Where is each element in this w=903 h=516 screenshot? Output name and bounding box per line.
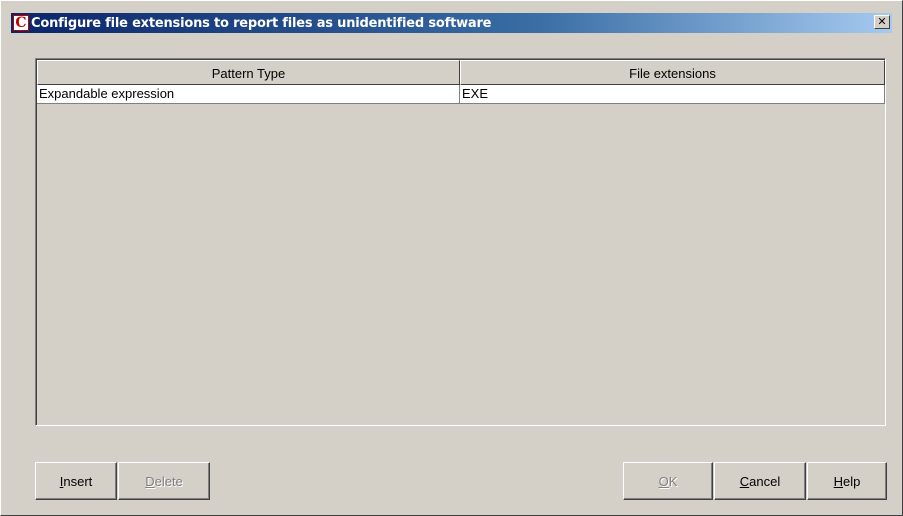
delete-mnemonic: D <box>145 473 155 489</box>
column-header-file-extensions[interactable]: File extensions <box>460 60 885 85</box>
window-title: Configure file extensions to report file… <box>31 15 492 31</box>
table-row[interactable]: Expandable expression EXE <box>37 85 885 104</box>
delete-label: elete <box>154 473 183 489</box>
extensions-table[interactable]: Pattern Type File extensions Expandable … <box>35 58 886 426</box>
ok-label: K <box>668 473 678 489</box>
cancel-label: ancel <box>749 473 781 489</box>
cell-pattern-type[interactable]: Expandable expression <box>37 85 460 104</box>
help-mnemonic: H <box>833 473 844 489</box>
cancel-button[interactable]: Cancel <box>714 462 806 500</box>
table-header: Pattern Type File extensions <box>37 60 885 85</box>
delete-button[interactable]: Delete <box>118 462 210 500</box>
dialog-window: C Configure file extensions to report fi… <box>0 0 903 516</box>
ok-button[interactable]: OK <box>623 462 713 500</box>
ok-mnemonic: O <box>658 473 669 489</box>
cell-file-extensions[interactable]: EXE <box>460 85 885 104</box>
help-label: elp <box>843 473 861 489</box>
column-header-pattern-type[interactable]: Pattern Type <box>37 60 460 85</box>
insert-label: nsert <box>63 473 93 489</box>
close-button[interactable]: ✕ <box>874 15 890 29</box>
title-bar[interactable]: C Configure file extensions to report fi… <box>11 13 892 33</box>
insert-button[interactable]: Insert <box>35 462 117 500</box>
close-icon: ✕ <box>877 16 887 28</box>
app-logo-icon: C <box>13 15 29 31</box>
cancel-mnemonic: C <box>739 473 750 489</box>
help-button[interactable]: Help <box>807 462 887 500</box>
